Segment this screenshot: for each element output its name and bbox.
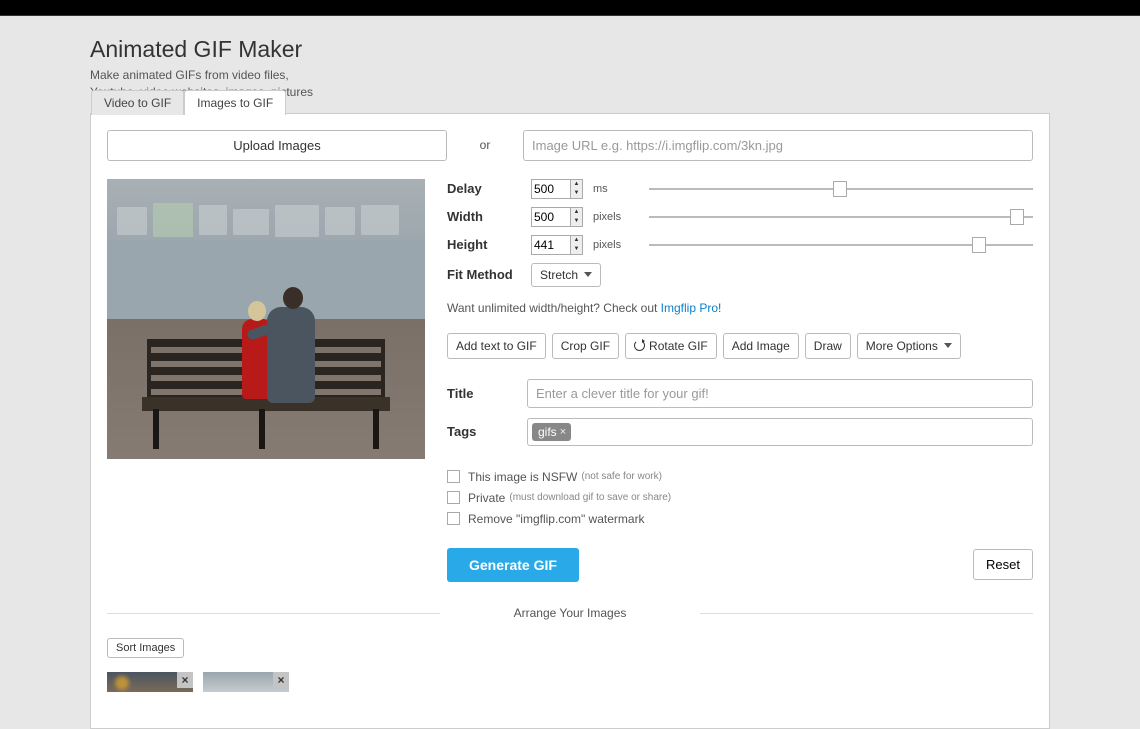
tab-video-to-gif[interactable]: Video to GIF [91, 90, 184, 115]
add-text-button[interactable]: Add text to GIF [447, 333, 546, 359]
image-url-input[interactable] [523, 130, 1033, 161]
top-nav-bar [0, 0, 1140, 16]
width-slider[interactable] [649, 212, 1033, 222]
private-note: (must download gif to save or share) [509, 492, 671, 503]
rotate-gif-button[interactable]: Rotate GIF [625, 333, 717, 359]
title-label: Title [447, 386, 527, 401]
height-slider[interactable] [649, 240, 1033, 250]
height-label: Height [447, 237, 531, 252]
tags-input[interactable]: gifs× [527, 418, 1033, 446]
page-title: Animated GIF Maker [90, 36, 1050, 63]
or-separator: or [465, 138, 505, 152]
width-spinner[interactable]: ▲▼ [571, 207, 583, 227]
height-input[interactable] [531, 235, 571, 255]
watermark-label: Remove "imgflip.com" watermark [468, 512, 645, 526]
reset-button[interactable]: Reset [973, 549, 1033, 580]
generate-gif-button[interactable]: Generate GIF [447, 548, 579, 582]
preview-pane [107, 179, 425, 582]
arrange-thumbnail[interactable]: × [107, 672, 193, 692]
sort-images-button[interactable]: Sort Images [107, 638, 184, 658]
nsfw-checkbox[interactable] [447, 470, 460, 483]
fit-method-label: Fit Method [447, 267, 531, 282]
width-unit: pixels [593, 211, 635, 223]
title-input[interactable] [527, 379, 1033, 408]
thumbnail-remove-icon[interactable]: × [273, 672, 289, 688]
delay-input[interactable] [531, 179, 571, 199]
more-options-button[interactable]: More Options [857, 333, 961, 359]
upload-images-button[interactable]: Upload Images [107, 130, 447, 161]
private-label: Private [468, 491, 505, 505]
rotate-icon [634, 340, 645, 351]
arrange-thumbnail[interactable]: × [203, 672, 289, 692]
main-card: Video to GIF Images to GIF Upload Images… [90, 113, 1050, 729]
thumbnail-remove-icon[interactable]: × [177, 672, 193, 688]
height-unit: pixels [593, 239, 635, 251]
tag-remove-icon[interactable]: × [560, 426, 566, 438]
arrange-section-title: Arrange Your Images [107, 606, 1033, 620]
imgflip-pro-link[interactable]: Imgflip Pro [661, 301, 718, 315]
add-image-button[interactable]: Add Image [723, 333, 799, 359]
height-spinner[interactable]: ▲▼ [571, 235, 583, 255]
tab-images-to-gif[interactable]: Images to GIF [184, 90, 286, 115]
width-label: Width [447, 209, 531, 224]
tags-label: Tags [447, 424, 527, 439]
nsfw-note: (not safe for work) [581, 471, 662, 482]
delay-slider[interactable] [649, 184, 1033, 194]
width-input[interactable] [531, 207, 571, 227]
fit-method-value: Stretch [540, 268, 578, 282]
caret-down-icon [584, 272, 592, 277]
delay-spinner[interactable]: ▲▼ [571, 179, 583, 199]
pro-message: Want unlimited width/height? Check out I… [447, 301, 1033, 315]
fit-method-select[interactable]: Stretch [531, 263, 601, 287]
watermark-checkbox[interactable] [447, 512, 460, 525]
tag-chip[interactable]: gifs× [532, 423, 571, 441]
delay-unit: ms [593, 183, 635, 195]
delay-label: Delay [447, 181, 531, 196]
nsfw-label: This image is NSFW [468, 470, 577, 484]
draw-button[interactable]: Draw [805, 333, 851, 359]
private-checkbox[interactable] [447, 491, 460, 504]
preview-image [107, 179, 425, 459]
controls-pane: Delay ▲▼ ms Width ▲▼ pixels Height ▲▼ [447, 179, 1033, 582]
crop-gif-button[interactable]: Crop GIF [552, 333, 619, 359]
caret-down-icon [944, 343, 952, 348]
